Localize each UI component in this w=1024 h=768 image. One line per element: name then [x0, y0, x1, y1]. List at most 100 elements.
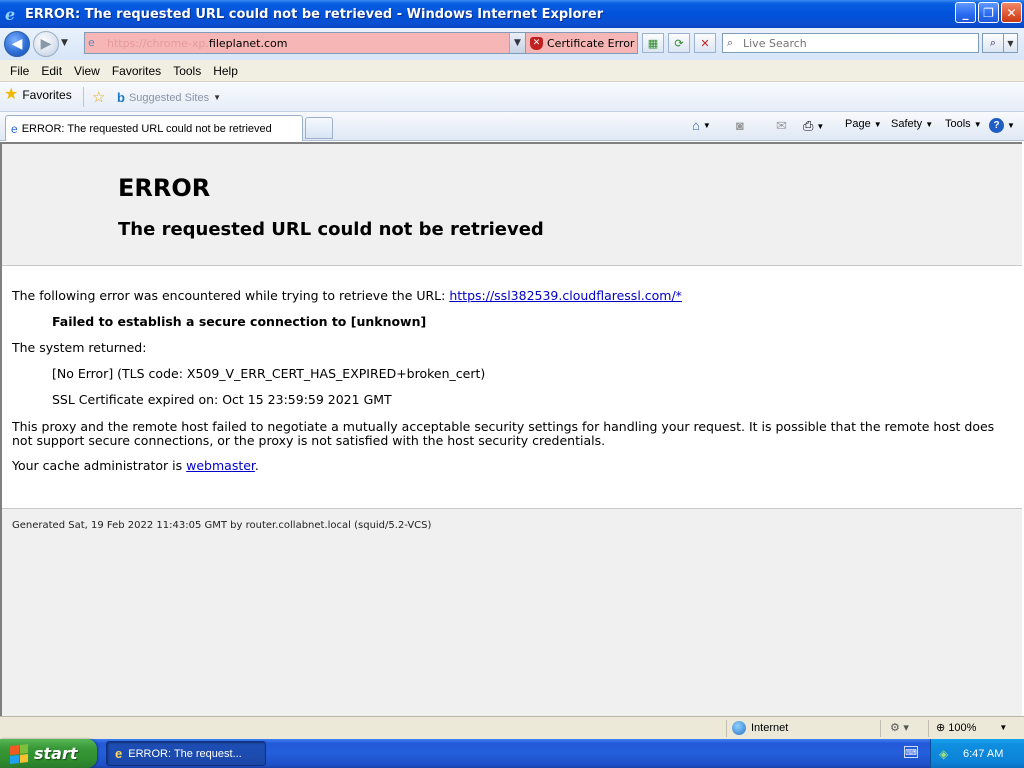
admin-period: . — [254, 458, 259, 473]
add-favorite-icon: ☆ — [92, 88, 106, 106]
chevron-down-icon: ▼ — [816, 121, 825, 131]
zoom-button[interactable]: ⊕ 100% ▼ — [936, 721, 1008, 735]
mail-icon: ✉ — [776, 118, 787, 133]
webmaster-link[interactable]: webmaster — [186, 458, 255, 473]
search-options-button[interactable]: ▼ — [1004, 33, 1018, 53]
back-button[interactable]: ◀ — [4, 31, 30, 57]
menu-help[interactable]: Help — [207, 64, 244, 78]
address-toolbar: ◀ ▶ ▼ e https://chrome-xp.fileplanet.com… — [0, 28, 1024, 60]
tools-menu-button[interactable]: Tools ▼ — [945, 118, 982, 130]
error-title: Failed to establish a secure connection … — [52, 314, 427, 329]
home-icon: ⌂ — [692, 118, 700, 133]
divider — [83, 87, 84, 107]
refresh-icon: ⟳ — [674, 36, 684, 50]
windows-flag-icon — [10, 743, 28, 764]
intro-line: The following error was encountered whil… — [12, 288, 682, 303]
chevron-down-icon: ▼ — [873, 119, 882, 129]
search-go-button[interactable]: ⌕ — [982, 33, 1004, 53]
recent-pages-dropdown[interactable]: ▼ — [61, 38, 71, 48]
minimize-button[interactable]: _ — [955, 2, 976, 23]
tls-code-text: [No Error] (TLS code: X509_V_ERR_CERT_HA… — [52, 366, 486, 381]
system-tray: ◈ 6:47 AM — [930, 739, 1024, 768]
menu-file[interactable]: File — [4, 64, 35, 78]
taskbar: start e ERROR: The request... ⌨ ◈ 6:47 A… — [0, 739, 1024, 768]
refresh-button[interactable]: ⟳ — [668, 33, 690, 53]
safety-menu-button[interactable]: Safety ▼ — [891, 118, 933, 130]
suggested-sites-label: Suggested Sites — [128, 91, 210, 104]
favorites-label: Favorites — [22, 88, 72, 102]
menu-bar: File Edit View Favorites Tools Help — [0, 60, 1024, 82]
admin-text: Your cache administrator is — [12, 458, 183, 473]
new-tab-button[interactable] — [305, 117, 333, 139]
magnifier-icon: ⌕ — [989, 36, 997, 49]
page-subtitle: The requested URL could not be retrieved — [118, 219, 544, 240]
star-icon: ★ — [4, 86, 19, 103]
menu-view[interactable]: View — [68, 64, 106, 78]
chevron-down-icon: ▼ — [702, 121, 711, 130]
address-dropdown-icon[interactable]: ▼ — [509, 33, 525, 53]
svg-text:e: e — [5, 6, 15, 22]
forward-arrow-icon: ▶ — [40, 36, 52, 52]
taskbar-ie-window[interactable]: e ERROR: The request... — [106, 741, 266, 766]
page-menu-button[interactable]: Page ▼ — [845, 118, 882, 130]
page-menu-label: Page — [845, 118, 871, 130]
protected-mode-button[interactable]: ⚙ ▾ — [890, 721, 909, 734]
read-mail-button[interactable]: ✉ — [776, 118, 787, 134]
tab-title: ERROR: The requested URL could not be re… — [21, 122, 272, 135]
search-input[interactable] — [743, 35, 973, 51]
ie-logo-icon: e — [115, 746, 123, 761]
forward-button[interactable]: ▶ — [33, 31, 59, 57]
status-bar: Internet ⚙ ▾ ⊕ 100% ▼ — [0, 716, 1024, 739]
page-viewport: ERROR The requested URL could not be ret… — [0, 142, 1022, 716]
maximize-button[interactable]: ❐ — [978, 2, 999, 23]
help-button[interactable]: ? ▼ — [989, 118, 1015, 133]
chevron-down-icon: ▼ — [213, 93, 221, 102]
keyboard-icon[interactable]: ⌨ — [904, 746, 918, 758]
menu-edit[interactable]: Edit — [35, 64, 68, 78]
url-prefix: https://chrome-xp. — [107, 37, 209, 50]
chevron-down-icon: ▼ — [925, 119, 934, 129]
chevron-down-icon: ▼ — [973, 119, 982, 129]
chevron-down-icon: ▼ — [1007, 121, 1015, 130]
home-button[interactable]: ⌂ ▼ — [692, 118, 711, 133]
search-icon: ⌕ — [727, 36, 734, 49]
url-domain: fileplanet.com — [208, 37, 288, 50]
tab-active[interactable]: e ERROR: The requested URL could not be … — [5, 115, 303, 141]
zoom-level: 100% — [948, 721, 977, 734]
error-header: ERROR The requested URL could not be ret… — [2, 144, 1022, 266]
favorites-button[interactable]: ★ Favorites — [4, 86, 72, 103]
error-description: This proxy and the remote host failed to… — [12, 419, 995, 448]
security-zone[interactable]: Internet — [732, 721, 788, 735]
stop-icon: ✕ — [700, 36, 710, 50]
compatibility-icon: ▦ — [647, 36, 659, 50]
compatibility-view-button[interactable]: ▦ — [642, 33, 664, 53]
back-arrow-icon: ◀ — [11, 36, 23, 52]
ie-page-icon: e — [11, 121, 18, 136]
clock[interactable]: 6:47 AM — [963, 748, 1003, 760]
menu-favorites[interactable]: Favorites — [106, 64, 167, 78]
title-bar: e ERROR: The requested URL could not be … — [0, 0, 1024, 28]
stop-button[interactable]: ✕ — [694, 33, 716, 53]
globe-icon — [732, 721, 746, 735]
add-to-favorites-bar-button[interactable]: ☆ — [92, 88, 105, 106]
suggested-sites-button[interactable]: b Suggested Sites ▼ — [117, 90, 221, 105]
address-field[interactable]: e https://chrome-xp.fileplanet.com ▼ — [84, 32, 526, 54]
network-icon[interactable]: ◈ — [939, 747, 955, 761]
tools-menu-label: Tools — [945, 118, 971, 130]
chevron-down-icon: ▼ — [999, 723, 1008, 732]
print-button[interactable]: ⎙ ▼ — [803, 118, 824, 134]
certificate-error-button[interactable]: ✕ Certificate Error — [526, 32, 638, 54]
requested-url-link[interactable]: https://ssl382539.cloudflaressl.com/* — [449, 288, 682, 303]
rss-icon: ◙ — [736, 118, 744, 133]
page-title: ERROR — [118, 174, 211, 202]
feeds-button[interactable]: ◙ — [736, 118, 744, 133]
shield-x-icon: ✕ — [530, 36, 543, 50]
error-body: The following error was encountered whil… — [2, 266, 1022, 509]
search-box[interactable]: ⌕ — [722, 33, 979, 53]
start-button[interactable]: start — [0, 739, 97, 768]
close-button[interactable]: ✕ — [1001, 2, 1022, 23]
favorites-bar: ★ Favorites ☆ b Suggested Sites ▼ — [0, 82, 1024, 112]
divider — [928, 720, 929, 737]
zone-label: Internet — [751, 722, 789, 734]
menu-tools[interactable]: Tools — [167, 64, 207, 78]
